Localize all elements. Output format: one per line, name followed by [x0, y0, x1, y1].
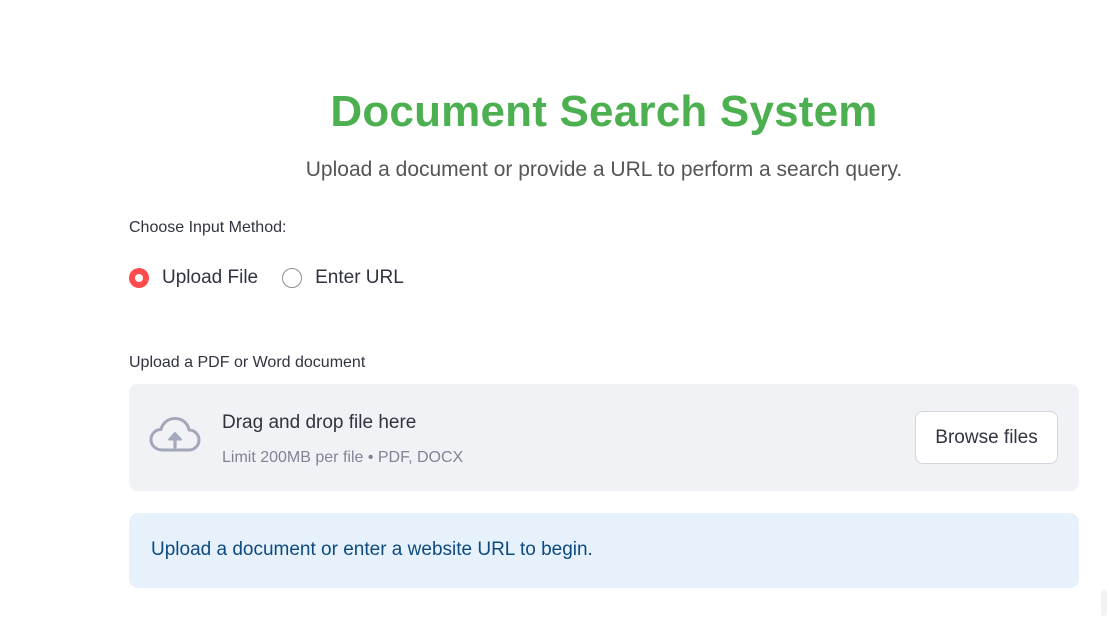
radio-option-label: Enter URL	[315, 267, 404, 288]
page-title: Document Search System	[330, 87, 878, 136]
radio-option-enter-url[interactable]: Enter URL	[282, 265, 404, 291]
info-alert: Upload a document or enter a website URL…	[129, 513, 1079, 588]
radio-unselected-icon[interactable]	[282, 268, 303, 288]
radio-option-label: Upload File	[162, 267, 259, 288]
input-method-label: Choose Input Method:	[129, 219, 287, 236]
dropzone-file-limit: Limit 200MB per file • PDF, DOCX	[222, 449, 464, 466]
dropzone-instructions: Drag and drop file here	[222, 412, 417, 433]
info-alert-message: Upload a document or enter a website URL…	[151, 539, 593, 560]
file-dropzone[interactable]: Drag and drop file here Limit 200MB per …	[129, 384, 1079, 491]
file-uploader-label: Upload a PDF or Word document	[129, 354, 366, 371]
scrollbar[interactable]	[1101, 590, 1107, 616]
cloud-upload-icon	[149, 416, 201, 458]
radio-selected-icon[interactable]	[129, 268, 149, 288]
radio-option-upload-file[interactable]: Upload File	[129, 265, 258, 291]
app-page: Document Search System Upload a document…	[0, 0, 1109, 619]
browse-files-button[interactable]: Browse files	[915, 411, 1058, 464]
input-method-radio-group: Upload File Enter URL	[129, 264, 428, 292]
page-subtitle: Upload a document or provide a URL to pe…	[305, 158, 903, 181]
